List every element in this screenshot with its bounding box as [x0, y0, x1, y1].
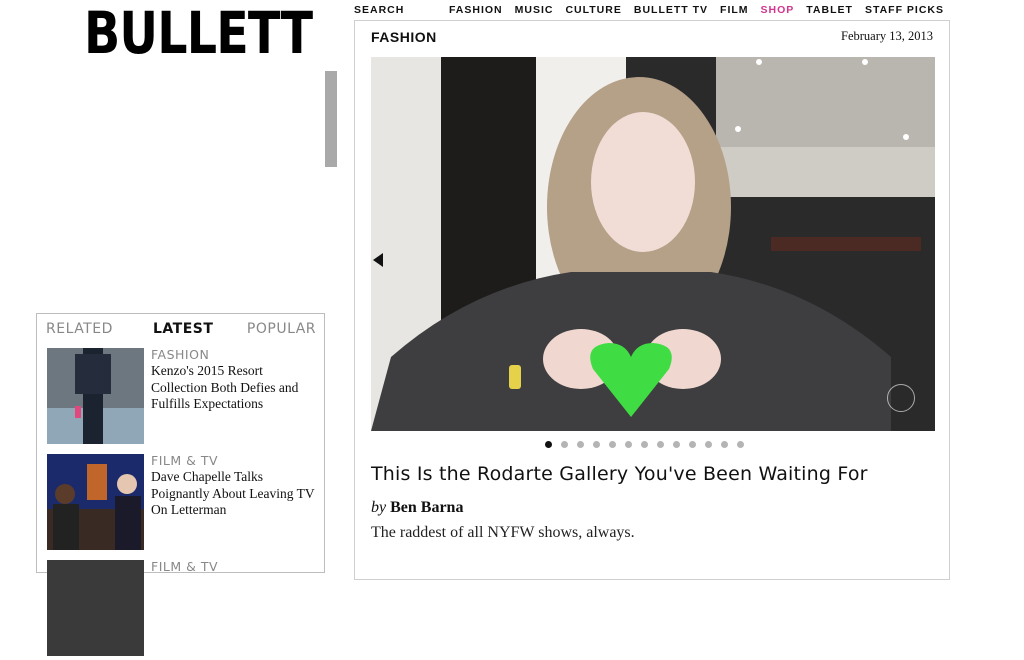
sidebar-tabs: RELATED LATEST POPULAR — [46, 321, 316, 341]
article-thumbnail[interactable] — [47, 560, 144, 656]
slide-dot[interactable] — [577, 441, 584, 448]
slide-dot[interactable] — [737, 441, 744, 448]
slide-dot[interactable] — [689, 441, 696, 448]
nav-item-culture[interactable]: CULTURE — [565, 4, 621, 16]
article-section-label[interactable]: FASHION — [371, 29, 437, 45]
nav-item-film[interactable]: FILM — [720, 4, 749, 16]
slide-dot[interactable] — [545, 441, 552, 448]
nav-item-tablet[interactable]: TABLET — [806, 4, 853, 16]
nav-menu: FASHION MUSIC CULTURE BULLETT TV FILM SH… — [449, 4, 944, 16]
slide-dot[interactable] — [705, 441, 712, 448]
site-logo[interactable]: BULLETT — [84, 0, 313, 66]
gallery-photo — [371, 57, 935, 431]
article-byline: by Ben Barna — [371, 499, 463, 517]
item-title[interactable]: Dave Chapelle Talks Poignantly About Lea… — [151, 469, 316, 519]
next-slide-button[interactable] — [887, 384, 915, 412]
slide-dot[interactable] — [561, 441, 568, 448]
nav-item-staff-picks[interactable]: STAFF PICKS — [865, 4, 944, 16]
tab-related[interactable]: RELATED — [46, 321, 113, 337]
featured-article-card: FASHION February 13, 2013 This Is the Ro… — [354, 20, 950, 580]
sidebar-widget: RELATED LATEST POPULAR FASHION Kenzo's 2… — [36, 313, 325, 656]
thumbnail-image — [47, 348, 144, 444]
list-item[interactable]: FILM & TV Dave Chapelle Talks Poignantly… — [47, 453, 317, 554]
top-navigation: SEARCH FASHION MUSIC CULTURE BULLETT TV … — [354, 4, 944, 18]
nav-item-shop[interactable]: SHOP — [761, 4, 795, 16]
article-thumbnail[interactable] — [47, 348, 144, 444]
item-category[interactable]: FILM & TV — [151, 453, 218, 468]
slide-dot[interactable] — [593, 441, 600, 448]
thumbnail-image — [47, 560, 144, 656]
tab-latest[interactable]: LATEST — [153, 321, 213, 337]
tab-popular[interactable]: POPULAR — [247, 321, 316, 337]
nav-item-bullett-tv[interactable]: BULLETT TV — [634, 4, 708, 16]
slide-dot[interactable] — [657, 441, 664, 448]
slide-dot[interactable] — [721, 441, 728, 448]
thumbnail-image — [47, 454, 144, 550]
article-dek: The raddest of all NYFW shows, always. — [371, 524, 635, 541]
slide-pagination — [545, 441, 744, 448]
article-headline[interactable]: This Is the Rodarte Gallery You've Been … — [371, 463, 868, 485]
author-link[interactable]: Ben Barna — [390, 499, 463, 516]
nav-item-music[interactable]: MUSIC — [515, 4, 554, 16]
search-link[interactable]: SEARCH — [354, 4, 404, 16]
item-title[interactable]: Kenzo's 2015 Resort Collection Both Defi… — [151, 363, 316, 413]
gallery-slide-image[interactable] — [371, 57, 935, 431]
item-category[interactable]: FASHION — [151, 347, 209, 362]
nav-item-fashion[interactable]: FASHION — [449, 4, 503, 16]
byline-prefix: by — [371, 499, 387, 516]
list-item[interactable]: FILM & TV — [47, 559, 317, 660]
slide-dot[interactable] — [641, 441, 648, 448]
slide-dot[interactable] — [673, 441, 680, 448]
article-date: February 13, 2013 — [841, 29, 933, 43]
article-thumbnail[interactable] — [47, 454, 144, 550]
list-item[interactable]: FASHION Kenzo's 2015 Resort Collection B… — [47, 347, 317, 448]
slide-dot[interactable] — [609, 441, 616, 448]
slide-dot[interactable] — [625, 441, 632, 448]
previous-slide-arrow[interactable] — [373, 253, 383, 267]
scrollbar-thumb[interactable] — [325, 71, 337, 167]
